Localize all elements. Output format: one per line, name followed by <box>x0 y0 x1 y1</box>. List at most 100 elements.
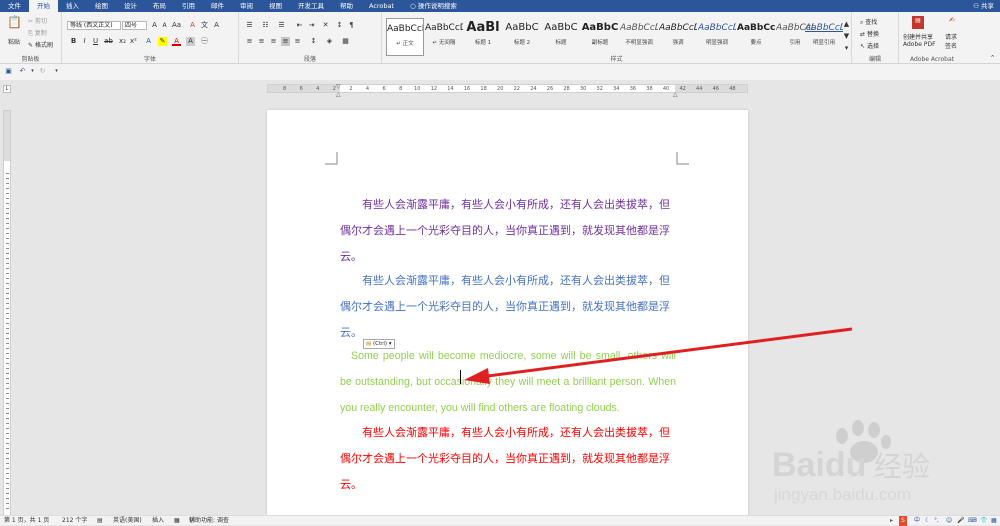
font-name-select[interactable]: 等线 (西文正文) <box>67 21 121 30</box>
align-right-icon[interactable]: ≡ <box>269 37 278 46</box>
style-intense-emphasis[interactable]: AaBbCcDd明显强调 <box>698 18 736 56</box>
tab-design[interactable]: 设计 <box>116 0 145 12</box>
justify-icon[interactable]: ≡ <box>281 37 290 46</box>
share-button[interactable]: ⚇ 共享 <box>973 0 994 12</box>
collapse-ribbon-icon[interactable]: ⌃ <box>988 54 997 63</box>
ruler-tick-label: 20 <box>497 86 504 92</box>
create-pdf-icon[interactable]: ▤ <box>912 16 924 29</box>
decrease-indent-icon[interactable]: ⇤ <box>295 21 304 30</box>
right-indent-marker[interactable]: △ <box>673 91 678 98</box>
select-button[interactable]: ↖ 选择 <box>860 41 879 50</box>
replace-button[interactable]: ⇄ 替换 <box>860 29 879 38</box>
vertical-ruler[interactable] <box>3 110 11 518</box>
character-border-icon[interactable]: A <box>212 21 221 30</box>
styles-scroll-up-icon[interactable]: ▲ <box>842 20 851 29</box>
ruler-tick-label: 26 <box>546 86 554 92</box>
style-subtitle[interactable]: AaBbC 副标题 <box>581 18 619 56</box>
clipboard-icon: ▤ <box>366 341 372 347</box>
tab-view[interactable]: 视图 <box>261 0 290 12</box>
paste-options-button[interactable]: ▤ (Ctrl) ▾ <box>363 339 395 349</box>
create-share-button[interactable]: 创建并共享 <box>903 32 933 41</box>
distributed-icon[interactable]: ≡ <box>293 37 302 46</box>
hanging-indent-marker[interactable]: △ <box>336 91 341 98</box>
tab-help[interactable]: 帮助 <box>332 0 361 12</box>
tab-file[interactable]: 文件 <box>0 0 29 12</box>
redo-icon[interactable]: ↻ <box>38 67 47 76</box>
style-subtle-emphasis[interactable]: AaBbCcDd不明显强调 <box>620 18 658 56</box>
styles-more-icon[interactable]: ▾ <box>842 44 851 53</box>
sort-icon[interactable]: ↕ <box>335 21 344 30</box>
cut-button[interactable]: ✂ 剪切 <box>28 16 47 25</box>
shrink-font-icon[interactable]: A <box>160 21 169 30</box>
format-painter-button[interactable]: ✎ 格式刷 <box>28 40 53 49</box>
document-page[interactable]: 有些人会渐露平庸，有些人会小有所成，还有人会出类拔萃，但偶尔才会遇上一个光彩夺目… <box>267 110 748 520</box>
align-left-icon[interactable]: ≡ <box>245 37 254 46</box>
character-shading-icon[interactable]: A <box>186 37 195 46</box>
font-size-select[interactable]: 四号 <box>122 21 147 30</box>
tab-acrobat[interactable]: Acrobat <box>361 0 402 12</box>
paste-icon[interactable]: 📋 <box>7 16 22 34</box>
style-heading-2[interactable]: AaBbC 标题 2 <box>503 18 541 56</box>
strikethrough-icon[interactable]: ab <box>104 37 113 46</box>
highlight-color-icon[interactable]: ✎ <box>158 37 167 46</box>
request-button[interactable]: 请求 <box>945 32 957 41</box>
numbering-icon[interactable]: ☷ <box>261 21 270 30</box>
superscript-icon[interactable]: x² <box>129 37 138 46</box>
borders-icon[interactable]: ▦ <box>341 37 350 46</box>
paragraph-1[interactable]: 有些人会渐露平庸，有些人会小有所成，还有人会出类拔萃，但偶尔才会遇上一个光彩夺目… <box>340 192 680 270</box>
save-icon[interactable]: ▣ <box>4 67 13 76</box>
tab-draw[interactable]: 绘图 <box>87 0 116 12</box>
customize-toolbar-icon[interactable]: ▾ <box>52 67 61 76</box>
change-case-icon[interactable]: Aa <box>172 21 181 30</box>
font-color-icon[interactable]: A <box>172 37 181 46</box>
tab-home[interactable]: 开始 <box>29 0 58 12</box>
editing-group: ⌕ 查找 ⇄ 替换 ↖ 选择 编辑 <box>852 12 899 64</box>
bullets-icon[interactable]: ☰ <box>245 21 254 30</box>
paragraph-4[interactable]: 有些人会渐露平庸，有些人会小有所成，还有人会出类拔萃，但偶尔才会遇上一个光彩夺目… <box>340 420 680 498</box>
tab-mailings[interactable]: 邮件 <box>203 0 232 12</box>
align-center-icon[interactable]: ≡ <box>257 37 266 46</box>
brush-icon: ✎ <box>28 42 34 49</box>
paste-button[interactable]: 粘贴 <box>8 37 20 46</box>
grow-font-icon[interactable]: A <box>150 21 159 30</box>
copy-button[interactable]: ⎘ 复制 <box>28 28 47 38</box>
show-marks-icon[interactable]: ¶ <box>347 21 356 30</box>
style-no-spacing[interactable]: AaBbCcDd↵ 无间隔 <box>425 18 463 56</box>
tab-references[interactable]: 引用 <box>174 0 203 12</box>
shading-icon[interactable]: ◈ <box>325 37 334 46</box>
style-strong[interactable]: AaBbCcDd要点 <box>737 18 775 56</box>
chinese-layout-icon[interactable]: ✕ <box>321 21 330 30</box>
first-line-indent-marker[interactable]: ▽ <box>336 83 341 90</box>
style-normal[interactable]: AaBbCcDd↵ 正文 <box>386 18 424 56</box>
style-heading-1[interactable]: AaBl 标题 1 <box>464 18 502 56</box>
style-emphasis[interactable]: AaBbCcDd强调 <box>659 18 697 56</box>
style-title[interactable]: AaBbC 标题 <box>542 18 580 56</box>
enclose-characters-icon[interactable]: ㊀ <box>200 37 209 46</box>
tab-stop-selector-icon[interactable]: L <box>3 85 11 93</box>
tell-me-search[interactable]: ○ 操作说明搜索 <box>402 0 465 12</box>
find-button[interactable]: ⌕ 查找 <box>860 17 877 27</box>
request-signature-icon[interactable]: ✍ <box>946 16 958 29</box>
multilevel-list-icon[interactable]: ☰ <box>277 21 286 30</box>
tab-developer[interactable]: 开发工具 <box>290 0 332 12</box>
tab-insert[interactable]: 插入 <box>58 0 87 12</box>
styles-scroll-down-icon[interactable]: ▼ <box>842 32 851 41</box>
italic-icon[interactable]: I <box>80 37 89 46</box>
clear-format-icon[interactable]: A <box>188 21 197 30</box>
underline-icon[interactable]: U <box>91 37 100 46</box>
undo-dropdown-icon[interactable]: ▾ <box>28 67 37 76</box>
red-arrow-annotation <box>464 327 853 384</box>
style-intense-quote[interactable]: AaBbCcDd明显引用 <box>805 18 843 56</box>
person-icon: ⚇ <box>973 2 979 10</box>
clipboard-group: 📋 粘贴 ✂ 剪切 ⎘ 复制 ✎ 格式刷 剪贴板 <box>0 12 62 64</box>
subscript-icon[interactable]: x₂ <box>118 37 127 46</box>
line-spacing-icon[interactable]: ↕ <box>309 37 318 46</box>
text-effects-icon[interactable]: A <box>144 37 153 46</box>
undo-icon[interactable]: ↶ <box>18 67 27 76</box>
phonetic-guide-icon[interactable]: 文 <box>200 21 209 30</box>
tab-review[interactable]: 审阅 <box>232 0 261 12</box>
tab-layout[interactable]: 布局 <box>145 0 174 12</box>
horizontal-ruler[interactable]: 8 6 4 2 2 4 6 8 10 12 14 16 18 20 22 24 26 28 30 32 34 36 38 40… <box>267 83 748 98</box>
increase-indent-icon[interactable]: ⇥ <box>307 21 316 30</box>
bold-icon[interactable]: B <box>69 37 78 46</box>
